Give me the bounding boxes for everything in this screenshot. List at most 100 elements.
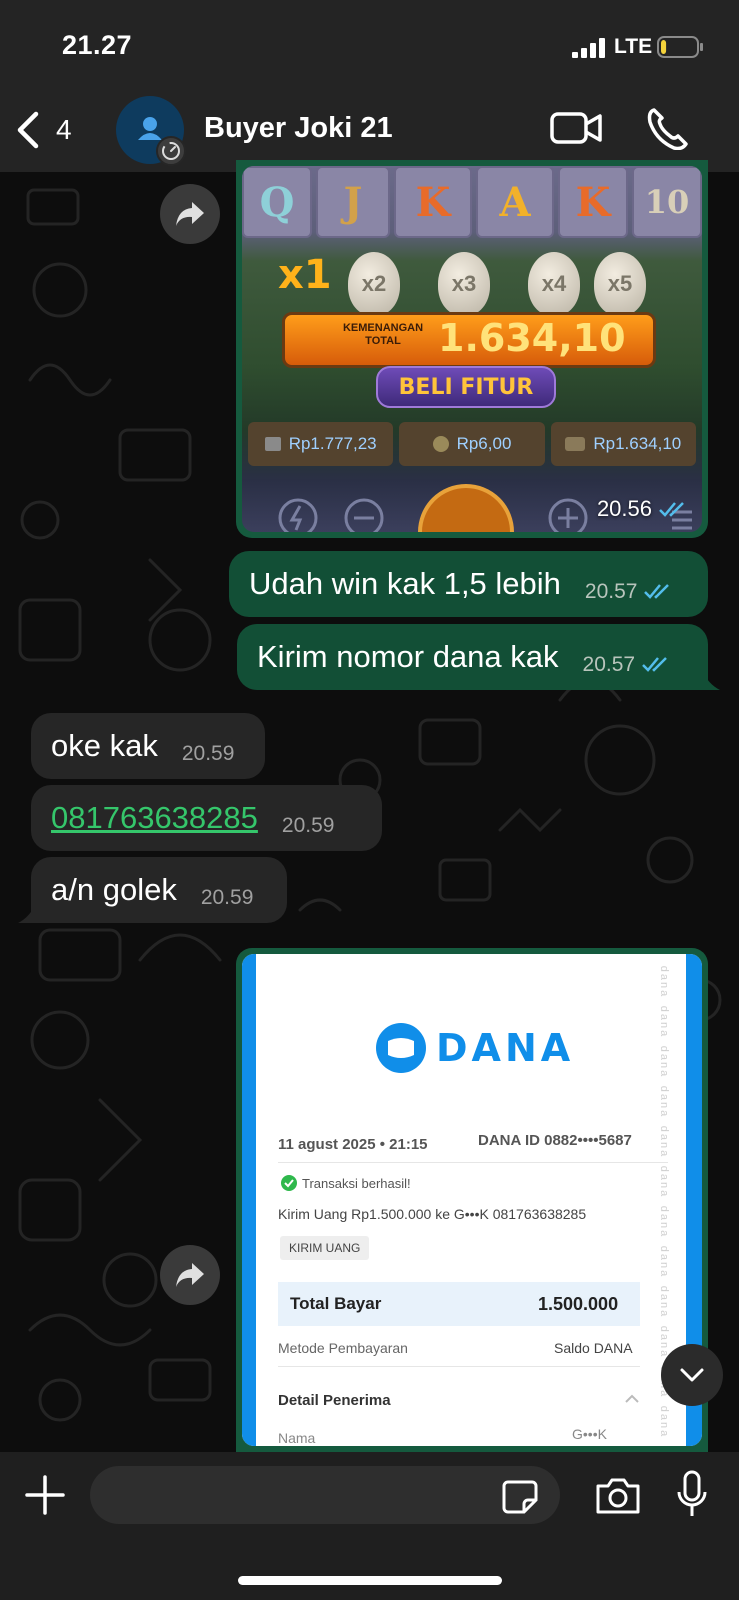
receipt-watermark: dana bbox=[657, 1245, 670, 1279]
bet-value: Rp6,00 bbox=[456, 434, 512, 453]
divider bbox=[278, 1366, 640, 1367]
bet-stat: Rp6,00 bbox=[399, 422, 545, 466]
message-input[interactable] bbox=[90, 1466, 560, 1524]
message-time: 20.59 bbox=[181, 742, 235, 765]
microphone-icon[interactable] bbox=[676, 1470, 708, 1518]
message-time: 20.59 bbox=[281, 814, 335, 837]
chat-header: 21.27 LTE 4 Buyer Joki 21 bbox=[0, 0, 739, 172]
balance-stat: Rp1.777,23 bbox=[248, 422, 394, 466]
message-time: 20.57 bbox=[584, 580, 638, 603]
message-time-text: 20.56 bbox=[596, 496, 652, 521]
outgoing-message[interactable]: Kirim nomor dana kak 20.57 bbox=[237, 624, 708, 690]
multiplier: x1 bbox=[278, 252, 332, 298]
read-ticks-icon bbox=[642, 657, 667, 672]
incoming-message[interactable]: 081763638285 20.59 bbox=[31, 785, 382, 851]
chevron-left-icon bbox=[17, 111, 39, 149]
reel-symbol: J bbox=[316, 166, 390, 238]
divider bbox=[278, 1162, 668, 1163]
win-label: KEMENANGAN TOTAL bbox=[342, 322, 424, 347]
payment-method-value: Saldo DANA bbox=[554, 1340, 633, 1356]
message-text: Udah win kak 1,5 lebih bbox=[249, 566, 561, 601]
forward-button[interactable] bbox=[160, 1245, 220, 1305]
recipient-detail-label: Detail Penerima bbox=[278, 1392, 391, 1409]
timer-icon bbox=[162, 142, 180, 160]
win-amount: 1.634,10 bbox=[438, 316, 626, 360]
receipt-watermark: dana bbox=[657, 1125, 670, 1159]
forward-arrow-icon bbox=[176, 202, 204, 226]
camera-icon[interactable] bbox=[594, 1476, 642, 1516]
reel-symbol: K bbox=[394, 166, 472, 238]
receipt-watermark: dana bbox=[657, 1205, 670, 1239]
dana-id: DANA ID 0882••••5687 bbox=[478, 1132, 632, 1149]
forward-button[interactable] bbox=[160, 184, 220, 244]
reel-symbol: Q bbox=[242, 166, 312, 238]
dana-wordmark: DANA bbox=[436, 1026, 575, 1070]
receipt-watermark: dana bbox=[657, 1165, 670, 1199]
receipt-watermark: dana bbox=[657, 1005, 670, 1039]
dana-logo-mark bbox=[376, 1023, 426, 1073]
balance-value: Rp1.777,23 bbox=[288, 434, 377, 453]
egg-multiplier: x5 bbox=[594, 252, 646, 316]
reel-symbol: K bbox=[558, 166, 628, 238]
message-text: oke kak bbox=[51, 728, 158, 763]
receipt-watermark: dana bbox=[657, 1285, 670, 1319]
transaction-description: Kirim Uang Rp1.500.000 ke G•••K 08176363… bbox=[278, 1206, 587, 1222]
egg-multiplier: x3 bbox=[438, 252, 490, 316]
transaction-tag: KIRIM UANG bbox=[280, 1236, 370, 1260]
recipient-name-label: Nama bbox=[278, 1430, 316, 1446]
back-button[interactable]: 4 bbox=[14, 108, 74, 152]
payment-method-label: Metode Pembayaran bbox=[278, 1340, 408, 1356]
image-message[interactable]: DANA 11 agust 2025 • 21:15 DANA ID 0882•… bbox=[236, 948, 708, 1452]
incoming-message[interactable]: oke kak 20.59 bbox=[31, 713, 265, 779]
contact-name[interactable]: Buyer Joki 21 bbox=[204, 112, 393, 145]
coins-icon bbox=[432, 436, 449, 452]
receipt-watermark: dana bbox=[657, 1085, 670, 1119]
receipt-watermark: dana bbox=[657, 1405, 670, 1439]
egg-multiplier: x2 bbox=[348, 252, 400, 316]
image-message[interactable]: Q J K A K 10 x1 x2 x3 x4 x5 KEMENANGAN T… bbox=[236, 160, 708, 538]
reel-symbol: A bbox=[476, 166, 554, 238]
receipt-watermark: dana bbox=[657, 1045, 670, 1079]
total-value: 1.500.000 bbox=[538, 1294, 619, 1314]
unread-count: 4 bbox=[56, 114, 72, 145]
bubble-tail bbox=[18, 903, 36, 923]
read-ticks-icon bbox=[659, 502, 684, 517]
chevron-down-icon bbox=[680, 1368, 704, 1382]
win-icon bbox=[565, 437, 586, 451]
message-time: 20.57 bbox=[582, 653, 636, 676]
sticker-icon[interactable] bbox=[502, 1478, 538, 1514]
transaction-date: 11 agust 2025 • 21:15 bbox=[278, 1136, 428, 1153]
forward-arrow-icon bbox=[176, 1263, 204, 1287]
signal-icon bbox=[572, 38, 605, 58]
message-time: 20.56 bbox=[597, 496, 688, 522]
home-indicator[interactable] bbox=[238, 1576, 502, 1585]
scroll-to-bottom-button[interactable] bbox=[661, 1344, 723, 1406]
win-stat: Rp1.634,10 bbox=[550, 422, 696, 466]
outgoing-message[interactable]: Udah win kak 1,5 lebih 20.57 bbox=[229, 551, 708, 617]
status-time: 21.27 bbox=[62, 30, 133, 60]
buy-feature-button: BELI FITUR bbox=[376, 366, 556, 408]
read-ticks-icon bbox=[644, 584, 670, 599]
recipient-name-value: G•••K bbox=[572, 1426, 607, 1442]
wallet-icon bbox=[264, 437, 281, 451]
egg-multiplier: x4 bbox=[528, 252, 580, 316]
total-label: Total Bayar bbox=[290, 1294, 382, 1313]
transaction-status: Transaksi berhasil! bbox=[280, 1174, 411, 1192]
phone-icon[interactable] bbox=[646, 106, 688, 150]
reel-symbol: 10 bbox=[632, 166, 702, 238]
disappearing-timer-badge bbox=[156, 136, 186, 166]
plus-icon[interactable] bbox=[24, 1474, 66, 1516]
check-circle-icon bbox=[281, 1175, 297, 1191]
game-screenshot: Q J K A K 10 x1 x2 x3 x4 x5 KEMENANGAN T… bbox=[242, 166, 702, 532]
dana-wave-icon bbox=[388, 1038, 414, 1058]
win-value: Rp1.634,10 bbox=[593, 434, 682, 453]
receipt-watermark: dana bbox=[657, 965, 670, 999]
dana-logo: DANA bbox=[376, 1020, 616, 1076]
phone-number-link[interactable]: 081763638285 bbox=[51, 800, 258, 836]
receipt-edge bbox=[242, 954, 256, 1446]
message-text: a/n golek bbox=[51, 872, 177, 907]
message-time: 20.59 bbox=[200, 886, 254, 909]
incoming-message[interactable]: a/n golek 20.59 bbox=[31, 857, 287, 923]
video-camera-icon[interactable] bbox=[550, 110, 602, 146]
dana-receipt: DANA 11 agust 2025 • 21:15 DANA ID 0882•… bbox=[242, 954, 702, 1446]
